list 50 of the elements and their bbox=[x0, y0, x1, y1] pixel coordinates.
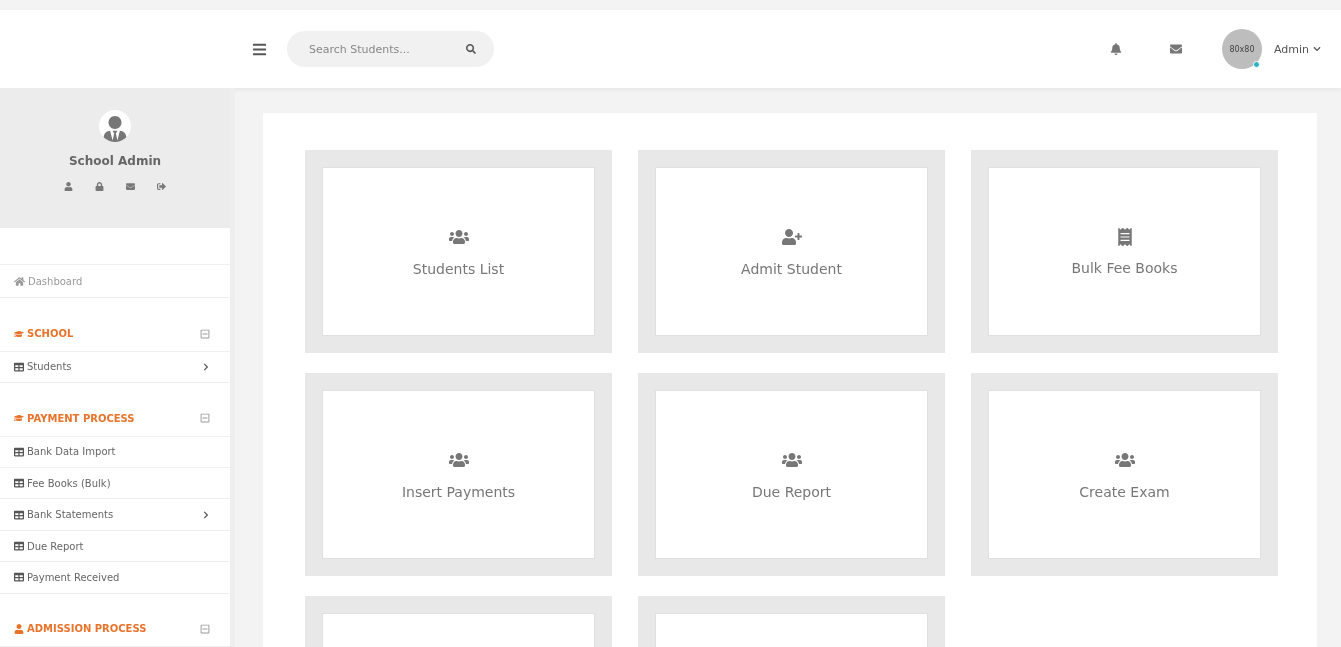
avatar-silhouette-icon bbox=[99, 110, 131, 142]
sidebar-item[interactable]: Students bbox=[0, 351, 230, 384]
section-title: PAYMENT PROCESS bbox=[14, 412, 135, 424]
collapse-icon bbox=[200, 328, 210, 339]
receipt-icon bbox=[1115, 227, 1134, 246]
logout-icon[interactable] bbox=[157, 182, 166, 191]
search-field[interactable]: Search Students... bbox=[287, 31, 494, 67]
shortcut-card[interactable]: Bulk Fee Books bbox=[971, 150, 1278, 353]
home-icon bbox=[14, 275, 25, 287]
profile-name: School Admin bbox=[68, 154, 162, 168]
sidebar-section-header[interactable]: PAYMENT PROCESS bbox=[0, 401, 230, 437]
envelope-icon[interactable] bbox=[126, 182, 135, 191]
table-icon bbox=[14, 446, 24, 457]
table-icon bbox=[14, 572, 24, 583]
sidebar-item[interactable]: Due Report bbox=[0, 530, 230, 563]
user-icon bbox=[14, 623, 24, 634]
section-title: SCHOOL bbox=[14, 328, 74, 340]
shortcut-card[interactable]: Due Report bbox=[638, 373, 945, 576]
shortcut-card[interactable]: Insert Payments bbox=[305, 373, 612, 576]
shortcut-card[interactable]: Create Exam bbox=[971, 373, 1278, 576]
sidebar-item[interactable]: Bank Data Import bbox=[0, 436, 230, 468]
section-title: ADMISSION PROCESS bbox=[14, 623, 147, 635]
shortcut-card[interactable]: Students List bbox=[305, 150, 612, 353]
collapse-icon bbox=[200, 623, 210, 634]
graduation-cap-icon bbox=[14, 328, 24, 339]
table-icon bbox=[14, 478, 24, 489]
search-icon bbox=[466, 44, 476, 54]
sidebar-item[interactable]: Payment Received bbox=[0, 562, 230, 594]
avatar[interactable]: 80x80 bbox=[1221, 29, 1262, 69]
chevron-down-icon bbox=[1313, 45, 1321, 53]
table-icon bbox=[14, 509, 24, 520]
lock-icon[interactable] bbox=[95, 182, 104, 191]
sidebar-section-header[interactable]: ADMISSION PROCESS bbox=[0, 611, 230, 647]
shortcut-card[interactable]: Admit Student bbox=[638, 150, 945, 353]
menu-button[interactable] bbox=[252, 41, 267, 57]
bell-icon[interactable] bbox=[1109, 43, 1122, 55]
sidebar-item[interactable]: Dashboard bbox=[0, 265, 230, 299]
envelope-icon[interactable] bbox=[1169, 43, 1182, 55]
search-input[interactable]: Search Students... bbox=[307, 41, 437, 57]
user-icon[interactable] bbox=[64, 182, 73, 191]
table-icon bbox=[14, 362, 24, 372]
graduation-cap-icon bbox=[14, 413, 24, 424]
avatar-placeholder-text: 80x80 bbox=[1229, 44, 1255, 54]
table-icon bbox=[14, 541, 24, 551]
user-plus-icon bbox=[781, 226, 802, 247]
sidebar-section-header[interactable]: SCHOOL bbox=[0, 316, 230, 352]
sidebar-item[interactable]: Bank Statements bbox=[0, 499, 230, 531]
user-menu[interactable]: Admin bbox=[1273, 42, 1321, 56]
collapse-icon bbox=[200, 413, 210, 424]
sidebar-item[interactable]: Fee Books (Bulk) bbox=[0, 467, 230, 500]
